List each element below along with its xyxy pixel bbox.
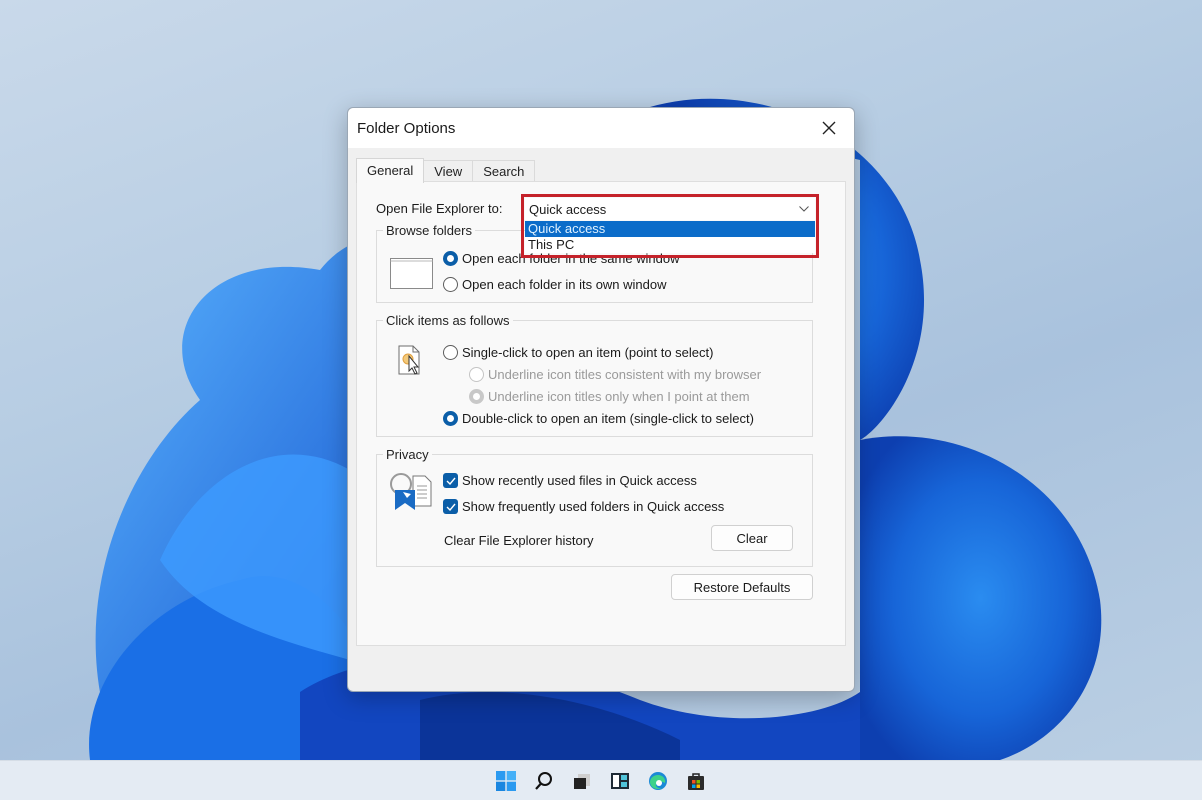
radio-underline-browser[interactable]: Underline icon titles consistent with my…: [469, 367, 761, 382]
clear-history-label: Clear File Explorer history: [444, 533, 594, 548]
radio-own-window[interactable]: Open each folder in its own window: [443, 277, 667, 292]
checkbox[interactable]: [443, 499, 458, 514]
taskbar: [0, 760, 1202, 800]
dropdown-option-quick-access[interactable]: Quick access: [525, 221, 815, 237]
widgets-icon[interactable]: [608, 769, 632, 793]
search-icon[interactable]: [532, 769, 556, 793]
tab-view[interactable]: View: [423, 160, 474, 182]
dropdown-selected-value: Quick access: [529, 201, 607, 217]
radio-button[interactable]: [443, 345, 458, 360]
chevron-down-icon: [799, 206, 809, 212]
open-explorer-dropdown[interactable]: Quick access: [525, 198, 815, 220]
privacy-group: Privacy Show recently used files in Quic…: [376, 447, 813, 567]
start-icon[interactable]: [494, 769, 518, 793]
checkbox-frequent-folders[interactable]: Show frequently used folders in Quick ac…: [443, 499, 724, 514]
open-explorer-label: Open File Explorer to:: [376, 201, 503, 216]
radio-underline-point-label: Underline icon titles only when I point …: [488, 389, 750, 404]
general-tab-panel: Open File Explorer to: Quick access Quic…: [356, 181, 846, 646]
tab-strip: General View Search: [356, 157, 536, 183]
radio-double-click-label: Double-click to open an item (single-cli…: [462, 411, 754, 426]
task-view-icon[interactable]: [570, 769, 594, 793]
restore-defaults-button[interactable]: Restore Defaults: [671, 574, 813, 600]
radio-button[interactable]: [443, 251, 458, 266]
dropdown-option-this-pc[interactable]: This PC: [525, 237, 815, 253]
close-icon: [822, 121, 836, 135]
radio-button[interactable]: [443, 277, 458, 292]
dropdown-highlight-box: Quick access Quick access This PC: [521, 194, 819, 258]
radio-double-click[interactable]: Double-click to open an item (single-cli…: [443, 411, 754, 426]
checkbox[interactable]: [443, 473, 458, 488]
clear-button[interactable]: Clear: [711, 525, 793, 551]
radio-button[interactable]: [443, 411, 458, 426]
click-items-group: Click items as follows Single-click to o…: [376, 313, 813, 437]
radio-underline-point[interactable]: Underline icon titles only when I point …: [469, 389, 750, 404]
click-items-title: Click items as follows: [386, 313, 510, 328]
dropdown-list: Quick access This PC: [525, 221, 815, 253]
dialog-title: Folder Options: [357, 119, 456, 137]
window-icon: [390, 258, 433, 289]
checkbox-recent-files-label: Show recently used files in Quick access: [462, 473, 697, 488]
privacy-title: Privacy: [386, 447, 429, 462]
radio-underline-browser-label: Underline icon titles consistent with my…: [488, 367, 762, 382]
click-pointer-icon: [398, 345, 420, 375]
browse-folders-title: Browse folders: [386, 223, 472, 238]
checkbox-recent-files[interactable]: Show recently used files in Quick access: [443, 473, 697, 488]
checkmark-icon: [446, 477, 456, 485]
title-bar: Folder Options: [348, 108, 854, 148]
tab-general[interactable]: General: [356, 158, 425, 183]
privacy-icon: [390, 473, 432, 510]
radio-button[interactable]: [469, 367, 484, 382]
radio-single-click-label: Single-click to open an item (point to s…: [462, 345, 714, 360]
radio-own-window-label: Open each folder in its own window: [462, 277, 667, 292]
checkmark-icon: [446, 503, 456, 511]
radio-single-click[interactable]: Single-click to open an item (point to s…: [443, 345, 713, 360]
open-explorer-row: Open File Explorer to:: [376, 201, 502, 216]
folder-options-dialog: Folder Options General View Search Open …: [347, 107, 855, 692]
radio-button[interactable]: [469, 389, 484, 404]
checkbox-frequent-folders-label: Show frequently used folders in Quick ac…: [462, 499, 725, 514]
store-icon[interactable]: [684, 769, 708, 793]
close-button[interactable]: [814, 113, 844, 143]
tab-search[interactable]: Search: [472, 160, 536, 182]
edge-icon[interactable]: [646, 769, 670, 793]
